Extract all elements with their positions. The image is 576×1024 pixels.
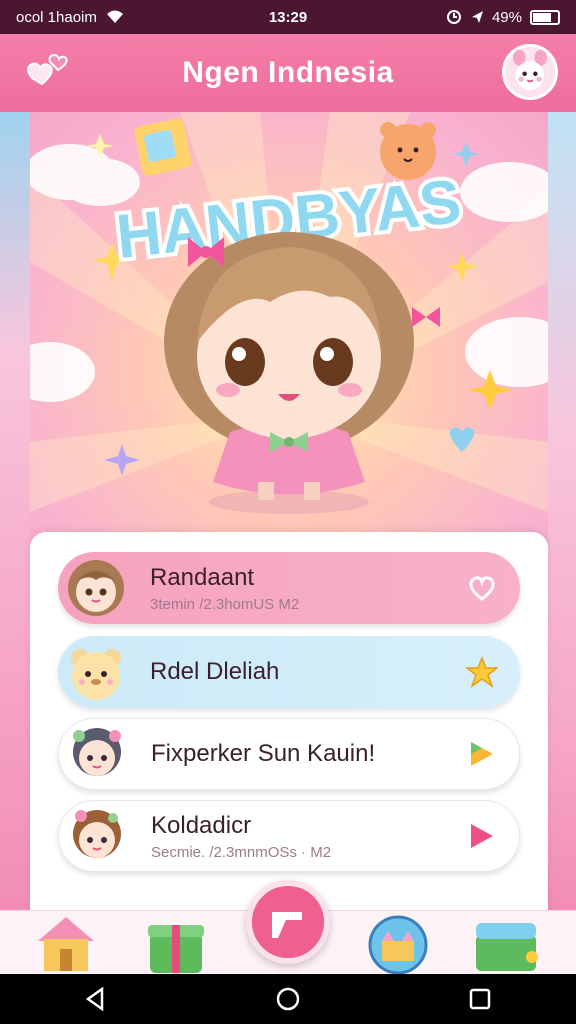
- back-icon[interactable]: [82, 985, 110, 1013]
- left-decorative-background: [0, 112, 30, 912]
- avatar: [71, 649, 121, 700]
- chibi-character: [164, 232, 440, 514]
- list-item[interactable]: Fixperker Sun Kauin!: [58, 718, 520, 790]
- alarm-icon: [446, 10, 461, 24]
- location-icon: [471, 11, 483, 23]
- home-icon[interactable]: [274, 985, 302, 1013]
- recents-icon[interactable]: [466, 985, 494, 1013]
- wifi-icon: [106, 10, 123, 23]
- castle-icon[interactable]: [362, 913, 434, 975]
- star-icon[interactable]: [462, 652, 502, 692]
- status-time: 13:29: [268, 8, 308, 26]
- bunny-avatar-icon[interactable]: [502, 44, 558, 100]
- system-navigation-bar: [0, 974, 576, 1024]
- list-item-title: Rdel Dleliah: [150, 658, 280, 685]
- list-item-subtitle: 3temin /2.3homUS M2: [150, 595, 300, 613]
- play-triangle-icon[interactable]: [461, 734, 501, 774]
- avatar: [68, 560, 124, 616]
- list-item[interactable]: Randaant 3temin /2.3homUS M2: [58, 552, 520, 624]
- list-item-title: Fixperker Sun Kauin!: [151, 740, 376, 767]
- right-decorative-background: [548, 112, 576, 912]
- status-bar: ocol 1haoim 13:29 49%: [0, 0, 576, 34]
- battery-percent: 49%: [491, 8, 522, 26]
- list-item-subtitle: Secmie. /2.3mnmOSs · M2: [151, 843, 332, 861]
- app-title: Ngen Indnesia: [182, 56, 394, 89]
- hero-banner: HANDBYAS: [30, 112, 548, 542]
- treasure-chest-icon[interactable]: [470, 913, 542, 975]
- list-item[interactable]: Rdel Dleliah: [58, 636, 520, 708]
- list-item-title: Koldadicr: [151, 811, 252, 839]
- hearts-icon[interactable]: [22, 50, 70, 94]
- battery-icon: [530, 9, 560, 25]
- cube-icon: [134, 118, 192, 176]
- game-list-panel: Randaant 3temin /2.3homUS M2 Rdel Dlelia…: [30, 532, 548, 912]
- play-triangle-icon[interactable]: [461, 816, 501, 856]
- house-icon[interactable]: [30, 913, 102, 975]
- avatar: [73, 810, 121, 858]
- avatar: [73, 728, 121, 776]
- gift-box-icon[interactable]: [140, 913, 212, 975]
- hero-illustration: HANDBYAS: [30, 112, 548, 514]
- list-item[interactable]: Koldadicr Secmie. /2.3mnmOSs · M2: [58, 800, 520, 872]
- app-header: Ngen Indnesia: [0, 34, 576, 112]
- carrier-text: ocol 1haoim: [16, 8, 97, 26]
- list-item-title: Randaant: [150, 563, 255, 591]
- shoe-icon[interactable]: [246, 880, 330, 964]
- heart-outline-icon[interactable]: [462, 568, 502, 608]
